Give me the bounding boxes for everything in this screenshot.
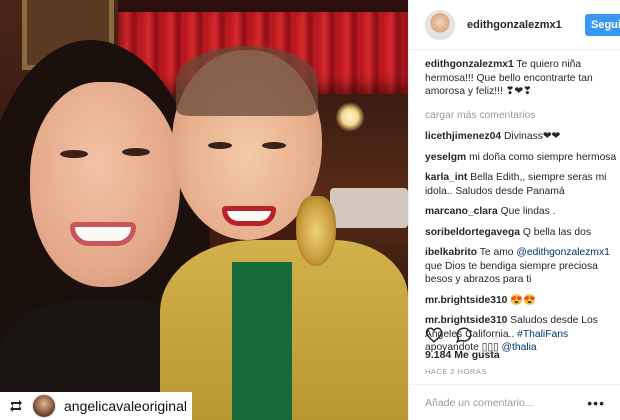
list-item: yeselgm mi doña como siempre hermosa bbox=[425, 151, 619, 165]
follow-button[interactable]: Seguir bbox=[585, 14, 620, 36]
comment-mention[interactable]: @edithgonzalezmx1 bbox=[516, 247, 609, 258]
left-person-smile bbox=[70, 222, 136, 246]
caption-username[interactable]: edithgonzalezmx1 bbox=[425, 59, 514, 70]
comment-list: edithgonzalezmx1 Te quiero niña hermosa!… bbox=[425, 58, 619, 362]
list-item: karla_int Bella Edith,, siempre seras mi… bbox=[425, 171, 619, 198]
credit-avatar[interactable] bbox=[32, 394, 56, 418]
left-person-face bbox=[30, 82, 180, 287]
right-person-shirt bbox=[232, 262, 292, 420]
post-photo[interactable]: angelicavaleoriginal bbox=[0, 0, 408, 420]
comment-text: 😍😍 bbox=[510, 294, 536, 306]
profile-username[interactable]: edithgonzalezmx1 bbox=[467, 19, 562, 31]
comment-text: Te amo bbox=[479, 247, 517, 258]
gold-earring bbox=[296, 196, 336, 266]
repost-credit[interactable]: angelicavaleoriginal bbox=[0, 392, 192, 420]
comment-icon[interactable] bbox=[455, 326, 473, 344]
right-person-smile bbox=[222, 206, 276, 226]
list-item: ibelkabrito Te amo @edithgonzalezmx1 que… bbox=[425, 246, 619, 287]
more-dots-icon[interactable]: ••• bbox=[587, 395, 605, 411]
load-more-comments[interactable]: cargar más comentarios bbox=[425, 109, 619, 123]
list-item: licethjimenez04 Divinass❤❤ bbox=[425, 130, 619, 144]
add-comment-bar: ••• bbox=[409, 384, 620, 420]
add-comment-input[interactable] bbox=[425, 396, 575, 409]
post-actions bbox=[425, 324, 619, 346]
like-count[interactable]: 9.184 Me gusta bbox=[425, 349, 500, 361]
right-person-eye bbox=[262, 142, 286, 149]
post-sidebar: edithgonzalezmx1 Seguir edithgonzalezmx1… bbox=[408, 0, 620, 420]
lamp-light bbox=[336, 102, 364, 132]
post-header: edithgonzalezmx1 Seguir bbox=[409, 0, 620, 50]
list-item: mr.brightside310 😍😍 bbox=[425, 294, 619, 308]
left-person-eye bbox=[60, 150, 88, 158]
list-item: marcano_clara Que lindas . bbox=[425, 205, 619, 219]
left-person-eye bbox=[122, 148, 150, 156]
comment-username[interactable]: yeselgm bbox=[425, 152, 466, 163]
comment-username[interactable]: ibelkabrito bbox=[425, 247, 477, 258]
right-person-scalp bbox=[176, 46, 318, 116]
comment-username[interactable]: marcano_clara bbox=[425, 206, 498, 217]
comment-text: Divinass❤❤ bbox=[504, 131, 561, 142]
avatar[interactable] bbox=[425, 9, 455, 40]
background-table bbox=[330, 188, 408, 228]
repost-icon bbox=[10, 400, 22, 412]
comment-username[interactable]: karla_int bbox=[425, 172, 467, 183]
credit-username[interactable]: angelicavaleoriginal bbox=[64, 398, 187, 414]
post-caption: edithgonzalezmx1 Te quiero niña hermosa!… bbox=[425, 58, 619, 99]
comment-username[interactable]: mr.brightside310 bbox=[425, 295, 507, 306]
comment-username[interactable]: licethjimenez04 bbox=[425, 131, 501, 142]
heart-icon[interactable] bbox=[425, 326, 443, 344]
comment-text: que Dios te bendiga siempre preciosa bes… bbox=[425, 260, 598, 286]
post-timestamp: HACE 2 HORAS bbox=[425, 367, 487, 376]
comment-text: Q bella las dos bbox=[522, 226, 591, 238]
right-person-eye bbox=[208, 142, 232, 149]
comment-text: mi doña como siempre hermosa bbox=[469, 151, 617, 163]
comment-username[interactable]: soribeldortegavega bbox=[425, 227, 520, 238]
comment-text: Que lindas . bbox=[500, 206, 556, 217]
list-item: soribeldortegavega Q bella las dos bbox=[425, 226, 619, 240]
